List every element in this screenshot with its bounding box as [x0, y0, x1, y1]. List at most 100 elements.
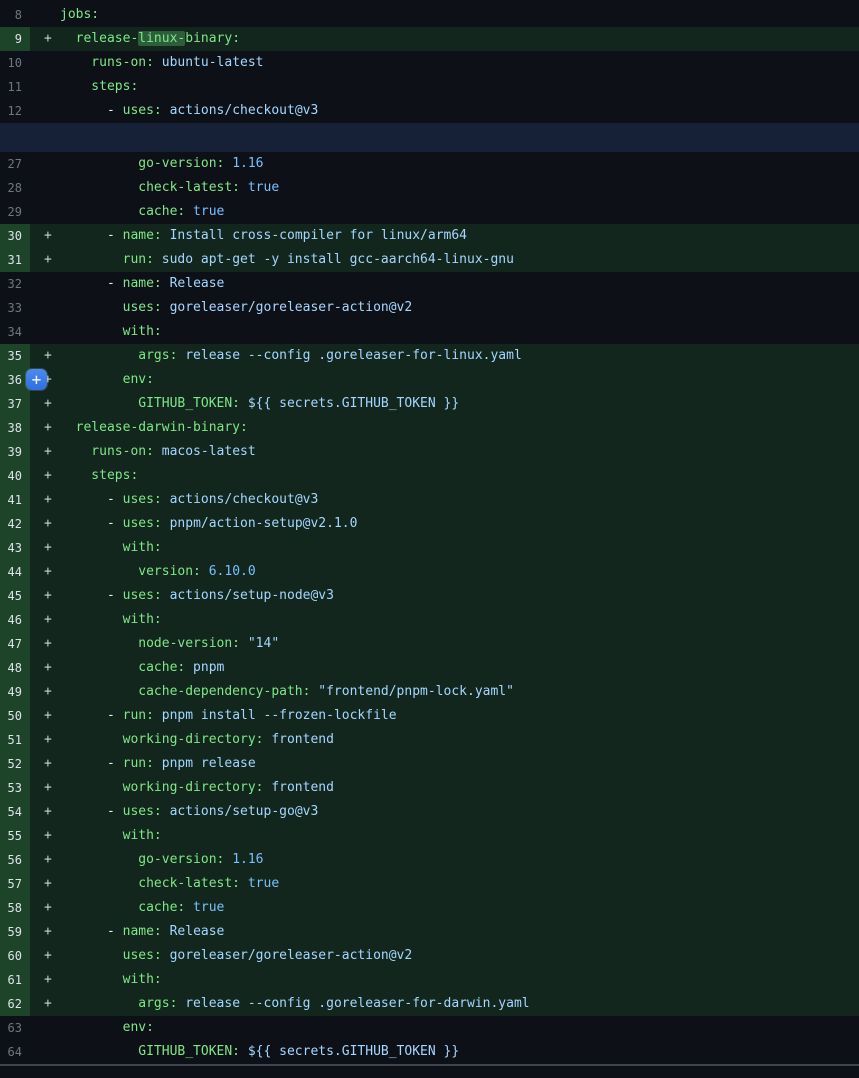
- code-line: + - name: Release: [30, 920, 859, 944]
- code-token: release-: [60, 31, 138, 46]
- line-number[interactable]: 30: [0, 224, 30, 248]
- diff-line-29: 29 cache: true: [0, 200, 859, 224]
- diff-line-60: 60+ uses: goreleaser/goreleaser-action@v…: [0, 944, 859, 968]
- add-comment-button[interactable]: +: [26, 369, 47, 390]
- line-number[interactable]: 45: [0, 584, 30, 608]
- line-number[interactable]: 39: [0, 440, 30, 464]
- code-line: + - uses: actions/setup-go@v3: [30, 800, 859, 824]
- code-token: name:: [123, 276, 162, 291]
- code-token: run:: [123, 756, 154, 771]
- diff-line-51: 51+ working-directory: frontend: [0, 728, 859, 752]
- line-number[interactable]: 37: [0, 392, 30, 416]
- code-line: + steps:: [30, 464, 859, 488]
- code-token: uses:: [123, 516, 162, 531]
- line-number[interactable]: 27: [0, 152, 30, 176]
- line-number[interactable]: 50: [0, 704, 30, 728]
- code-token: jobs:: [60, 7, 99, 22]
- line-number[interactable]: 34: [0, 320, 30, 344]
- diff-marker: [44, 296, 60, 320]
- line-number[interactable]: 48: [0, 656, 30, 680]
- diff-line-56: 56+ go-version: 1.16: [0, 848, 859, 872]
- line-number[interactable]: 54: [0, 800, 30, 824]
- line-number[interactable]: 46: [0, 608, 30, 632]
- line-number[interactable]: 58: [0, 896, 30, 920]
- line-number[interactable]: 29: [0, 200, 30, 224]
- code-token: goreleaser/goreleaser-action@v2: [162, 300, 412, 315]
- line-number[interactable]: 60: [0, 944, 30, 968]
- diff-line-64: 64 GITHUB_TOKEN: ${{ secrets.GITHUB_TOKE…: [0, 1040, 859, 1064]
- diff-line-41: 41+ - uses: actions/checkout@v3: [0, 488, 859, 512]
- line-number[interactable]: 49: [0, 680, 30, 704]
- code-token: uses:: [123, 804, 162, 819]
- code-token: with:: [60, 324, 162, 339]
- diff-marker: +: [44, 344, 60, 368]
- diff-line-11: 11 steps:: [0, 75, 859, 99]
- line-number[interactable]: 55: [0, 824, 30, 848]
- diff-marker: +: [44, 896, 60, 920]
- diff-line-53: 53+ working-directory: frontend: [0, 776, 859, 800]
- line-number[interactable]: 62: [0, 992, 30, 1016]
- line-number[interactable]: 28: [0, 176, 30, 200]
- line-number[interactable]: 47: [0, 632, 30, 656]
- line-number[interactable]: 32: [0, 272, 30, 296]
- code-token: runs-on:: [60, 444, 154, 459]
- code-token: GITHUB_TOKEN:: [60, 1044, 240, 1059]
- diff-marker: [44, 1016, 60, 1040]
- diff-marker: +: [44, 608, 60, 632]
- code-line: + with:: [30, 536, 859, 560]
- line-number[interactable]: 38: [0, 416, 30, 440]
- line-number[interactable]: 52: [0, 752, 30, 776]
- diff-marker: [44, 99, 60, 123]
- line-number[interactable]: 51: [0, 728, 30, 752]
- code-token: env:: [60, 1020, 154, 1035]
- line-number[interactable]: 64: [0, 1040, 30, 1064]
- line-number[interactable]: 42: [0, 512, 30, 536]
- diff-line-55: 55+ with:: [0, 824, 859, 848]
- line-number[interactable]: 12: [0, 99, 30, 123]
- code-line: + - uses: actions/checkout@v3: [30, 488, 859, 512]
- code-line: + uses: goreleaser/goreleaser-action@v2: [30, 944, 859, 968]
- code-token: true: [240, 180, 279, 195]
- line-number[interactable]: 9: [0, 27, 30, 51]
- expand-hunk-row[interactable]: [0, 123, 859, 152]
- line-number[interactable]: 44: [0, 560, 30, 584]
- code-token: release-darwin-binary:: [60, 420, 248, 435]
- diff-marker: +: [44, 464, 60, 488]
- diff-marker: +: [44, 992, 60, 1016]
- code-line: + with:: [30, 968, 859, 992]
- code-token: with:: [60, 828, 162, 843]
- line-number[interactable]: 53: [0, 776, 30, 800]
- code-token: -: [60, 276, 123, 291]
- code-token: actions/checkout@v3: [162, 492, 319, 507]
- line-number[interactable]: 63: [0, 1016, 30, 1040]
- line-number[interactable]: 40: [0, 464, 30, 488]
- code-token: check-latest:: [60, 876, 240, 891]
- line-number[interactable]: 59: [0, 920, 30, 944]
- code-line: + release-linux-binary:: [30, 27, 859, 51]
- line-number[interactable]: 43: [0, 536, 30, 560]
- line-number[interactable]: 8: [0, 3, 30, 27]
- line-number[interactable]: 56: [0, 848, 30, 872]
- code-token: macos-latest: [154, 444, 256, 459]
- diff-marker: +: [44, 560, 60, 584]
- diff-marker: +: [44, 27, 60, 51]
- code-token: release --config .goreleaser-for-linux.y…: [177, 348, 521, 363]
- line-number[interactable]: 35: [0, 344, 30, 368]
- code-token: -: [60, 588, 123, 603]
- line-number[interactable]: 41: [0, 488, 30, 512]
- line-number[interactable]: 57: [0, 872, 30, 896]
- code-token: -: [60, 756, 123, 771]
- line-number[interactable]: 33: [0, 296, 30, 320]
- line-number[interactable]: 31: [0, 248, 30, 272]
- line-number[interactable]: 11: [0, 75, 30, 99]
- diff-marker: +: [44, 680, 60, 704]
- line-number[interactable]: 10: [0, 51, 30, 75]
- code-line: + GITHUB_TOKEN: ${{ secrets.GITHUB_TOKEN…: [30, 392, 859, 416]
- code-token: go-version:: [60, 156, 224, 171]
- code-token: node-version:: [60, 636, 240, 651]
- line-number[interactable]: 61: [0, 968, 30, 992]
- diff-line-10: 10 runs-on: ubuntu-latest: [0, 51, 859, 75]
- diff-marker: +: [44, 512, 60, 536]
- code-line: + cache: pnpm: [30, 656, 859, 680]
- code-line: runs-on: ubuntu-latest: [30, 51, 859, 75]
